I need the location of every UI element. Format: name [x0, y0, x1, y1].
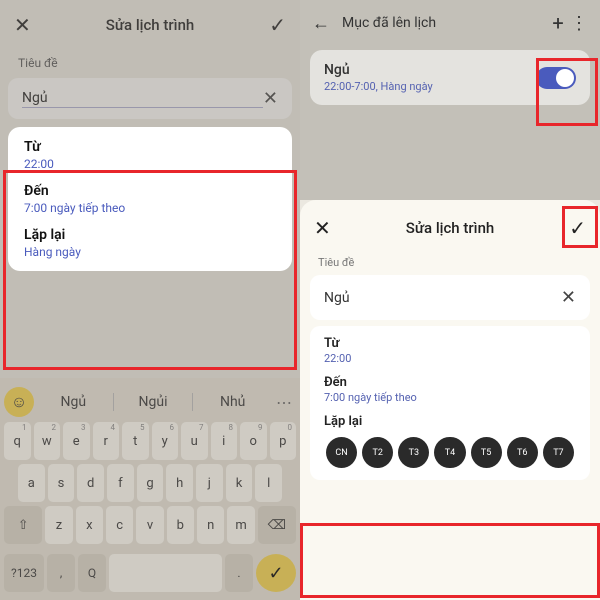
keyboard-rows: q1w2e3r4t5y6u7i8o9p0 asdfghjkl ⇧zxcvbnm⌫ — [0, 420, 300, 554]
key[interactable]: m — [227, 506, 254, 544]
from-value: 22:00 — [324, 352, 576, 365]
day-selector: CNT2T3T4T5T6T7 — [324, 437, 576, 468]
key[interactable]: x — [76, 506, 103, 544]
key[interactable]: n — [197, 506, 224, 544]
key[interactable]: i8 — [211, 422, 238, 460]
repeat-label: Lặp lại — [24, 227, 276, 243]
scheduled-list-screen: ← Mục đã lên lịch + ⋮ Ngủ 22:00-7:00, Hà… — [300, 0, 600, 200]
space-key[interactable] — [109, 554, 222, 592]
from-label: Từ — [24, 139, 276, 155]
key[interactable]: u7 — [181, 422, 208, 460]
day-chip[interactable]: T4 — [434, 437, 465, 468]
key[interactable]: l — [255, 464, 282, 502]
schedule-list-item[interactable]: Ngủ 22:00-7:00, Hàng ngày — [310, 50, 590, 105]
key[interactable]: z — [45, 506, 72, 544]
edit-sheet: ✕ Sửa lịch trình ✓ Tiêu đề Ngủ ✕ Từ 22:0… — [300, 200, 600, 600]
key[interactable]: d — [77, 464, 104, 502]
key[interactable]: v — [136, 506, 163, 544]
item-title: Ngủ — [324, 62, 536, 78]
title-input-row[interactable]: Ngủ ✕ — [310, 275, 590, 320]
key[interactable]: k — [226, 464, 253, 502]
confirm-icon[interactable]: ✓ — [558, 216, 586, 240]
key[interactable]: j — [196, 464, 223, 502]
from-value: 22:00 — [24, 157, 276, 171]
key[interactable]: q1 — [4, 422, 31, 460]
day-chip[interactable]: T7 — [543, 437, 574, 468]
numeric-key[interactable]: ?123 — [4, 554, 44, 592]
enter-key[interactable]: ✓ — [256, 554, 296, 592]
field-caption: Tiêu đề — [300, 250, 600, 271]
key[interactable]: h — [166, 464, 193, 502]
key[interactable]: b — [167, 506, 194, 544]
key[interactable]: e3 — [63, 422, 90, 460]
shift-key[interactable]: ⇧ — [4, 506, 42, 544]
suggestion[interactable]: Nhủ — [197, 394, 268, 410]
repeat-field[interactable]: Lặp lại Hàng ngày — [24, 227, 276, 259]
to-field[interactable]: Đến 7:00 ngày tiếp theo — [324, 375, 576, 404]
to-value: 7:00 ngày tiếp theo — [324, 391, 576, 404]
sheet-header: ✕ Sửa lịch trình ✓ — [0, 0, 300, 50]
item-subtitle: 22:00-7:00, Hàng ngày — [324, 80, 536, 93]
more-suggestions-icon[interactable]: ⋯ — [272, 393, 296, 412]
sheet-header: ✕ Sửa lịch trình ✓ — [300, 200, 600, 250]
schedule-toggle[interactable] — [536, 67, 576, 89]
screen-title: Mục đã lên lịch — [336, 15, 546, 31]
suggestion-bar: ☺ Ngủ Ngủi Nhủ ⋯ — [0, 384, 300, 420]
key[interactable]: g — [137, 464, 164, 502]
to-field[interactable]: Đến 7:00 ngày tiếp theo — [24, 183, 276, 215]
key[interactable]: w2 — [34, 422, 61, 460]
confirm-icon[interactable]: ✓ — [258, 13, 286, 37]
more-icon[interactable]: ⋮ — [570, 13, 588, 34]
day-chip[interactable]: CN — [326, 437, 357, 468]
key[interactable]: r4 — [93, 422, 120, 460]
suggestion[interactable]: Ngủi — [118, 394, 189, 410]
from-field[interactable]: Từ 22:00 — [324, 336, 576, 365]
top-nav: ← Mục đã lên lịch + ⋮ — [300, 0, 600, 46]
key[interactable]: c — [106, 506, 133, 544]
field-caption: Tiêu đề — [0, 50, 300, 74]
period-key[interactable]: . — [225, 554, 253, 592]
title-input[interactable]: Ngủ — [324, 290, 561, 306]
left-screenshot: ✕ Sửa lịch trình ✓ Tiêu đề Ngủ ✕ Từ 22:0… — [0, 0, 300, 600]
keyboard: ☺ Ngủ Ngủi Nhủ ⋯ q1w2e3r4t5y6u7i8o9p0 as… — [0, 378, 300, 600]
clear-icon[interactable]: ✕ — [561, 287, 576, 308]
add-icon[interactable]: + — [546, 11, 570, 35]
key[interactable]: f — [107, 464, 134, 502]
repeat-label: Lặp lại — [324, 414, 576, 429]
key[interactable]: y6 — [152, 422, 179, 460]
close-icon[interactable]: ✕ — [14, 13, 42, 37]
key[interactable]: s — [48, 464, 75, 502]
to-value: 7:00 ngày tiếp theo — [24, 201, 276, 215]
sheet-title: Sửa lịch trình — [42, 16, 258, 34]
title-input[interactable]: Ngủ — [22, 90, 263, 108]
comma-key[interactable]: , — [47, 554, 75, 592]
close-icon[interactable]: ✕ — [314, 216, 342, 240]
from-label: Từ — [324, 336, 576, 351]
back-icon[interactable]: ← — [312, 13, 336, 34]
key[interactable]: a — [18, 464, 45, 502]
sheet-title: Sửa lịch trình — [342, 219, 558, 237]
from-field[interactable]: Từ 22:00 — [24, 139, 276, 171]
backspace-key[interactable]: ⌫ — [258, 506, 296, 544]
schedule-settings-card: Từ 22:00 Đến 7:00 ngày tiếp theo Lặp lại… — [8, 127, 292, 271]
day-chip[interactable]: T2 — [362, 437, 393, 468]
key[interactable]: p0 — [270, 422, 297, 460]
day-chip[interactable]: T6 — [507, 437, 538, 468]
clear-icon[interactable]: ✕ — [263, 88, 278, 109]
repeat-field[interactable]: Lặp lại — [324, 414, 576, 429]
to-label: Đến — [24, 183, 276, 199]
key[interactable]: t5 — [122, 422, 149, 460]
key[interactable]: o9 — [240, 422, 267, 460]
to-label: Đến — [324, 375, 576, 390]
day-chip[interactable]: T5 — [471, 437, 502, 468]
schedule-settings-card: Từ 22:00 Đến 7:00 ngày tiếp theo Lặp lại… — [310, 326, 590, 480]
suggestion[interactable]: Ngủ — [38, 394, 109, 410]
repeat-value: Hàng ngày — [24, 245, 276, 259]
emoji-icon[interactable]: ☺ — [4, 387, 34, 417]
right-screenshot: ← Mục đã lên lịch + ⋮ Ngủ 22:00-7:00, Hà… — [300, 0, 600, 600]
day-chip[interactable]: T3 — [398, 437, 429, 468]
lang-key[interactable]: Q — [78, 554, 106, 592]
title-input-row[interactable]: Ngủ ✕ — [8, 78, 292, 119]
